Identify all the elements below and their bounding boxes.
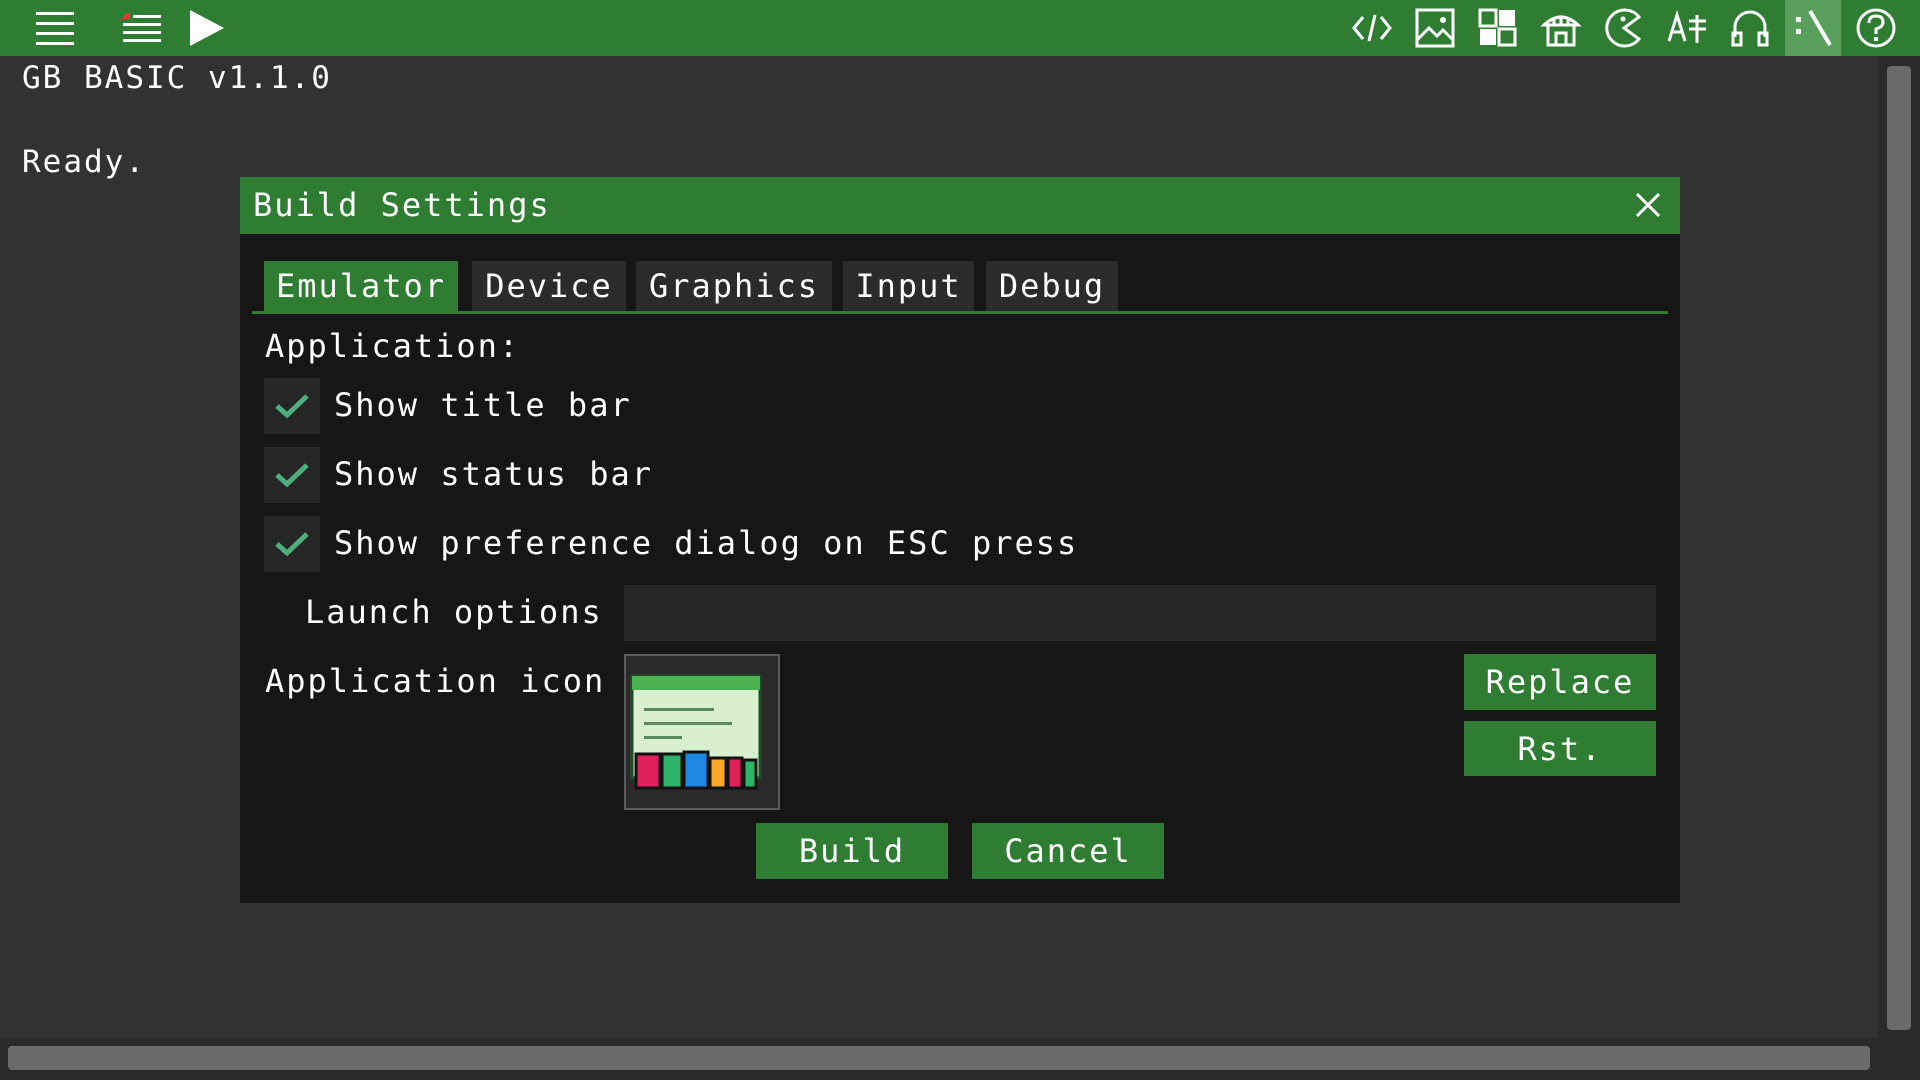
show-title-bar-checkbox[interactable] [264, 378, 320, 434]
close-icon [1635, 192, 1661, 218]
cancel-button[interactable]: Cancel [972, 823, 1164, 879]
console-icon[interactable] [1785, 0, 1841, 56]
tab-underline [252, 311, 1668, 314]
checkmark-icon [275, 394, 309, 419]
dialog-titlebar[interactable]: Build Settings [240, 177, 1680, 234]
close-button[interactable] [1628, 185, 1668, 225]
hamburger-menu-icon[interactable] [27, 0, 83, 56]
show-preference-dialog-checkbox[interactable] [264, 516, 320, 572]
help-icon[interactable] [1848, 0, 1904, 56]
application-icon-preview[interactable] [624, 654, 780, 810]
reset-button[interactable]: Rst. [1464, 721, 1656, 776]
console-version-line: GB BASIC v1.1.0 [22, 60, 332, 96]
console-ready-line: Ready. [22, 144, 146, 180]
sprite-icon[interactable] [1596, 0, 1652, 56]
vertical-scrollbar[interactable] [1887, 66, 1911, 1030]
build-settings-dialog: Build Settings Emulator Device Graphics … [240, 177, 1680, 903]
dialog-title: Build Settings [253, 186, 551, 224]
replace-button[interactable]: Replace [1464, 654, 1656, 710]
launch-options-label: Launch options [305, 593, 603, 631]
font-icon[interactable] [1659, 0, 1715, 56]
section-label: Application: [265, 327, 521, 365]
image-icon[interactable] [1407, 0, 1463, 56]
show-status-bar-checkbox[interactable] [264, 447, 320, 503]
tab-device[interactable]: Device [472, 261, 626, 311]
tab-debug[interactable]: Debug [986, 261, 1118, 311]
tab-emulator[interactable]: Emulator [264, 261, 458, 311]
tile-icon[interactable] [1533, 0, 1589, 56]
audio-icon[interactable] [1722, 0, 1778, 56]
build-button[interactable]: Build [756, 823, 948, 879]
map-blocks-icon[interactable] [1470, 0, 1526, 56]
list-icon[interactable] [114, 0, 170, 56]
scrollbar-corner [1878, 1038, 1920, 1080]
code-icon[interactable] [1344, 0, 1400, 56]
play-icon[interactable] [177, 0, 233, 56]
top-toolbar [0, 0, 1920, 56]
show-status-bar-label: Show status bar [334, 455, 653, 493]
show-preference-dialog-label: Show preference dialog on ESC press [334, 524, 1079, 562]
checkmark-icon [275, 532, 309, 557]
tab-graphics[interactable]: Graphics [636, 261, 832, 311]
checkmark-icon [275, 463, 309, 488]
horizontal-scrollbar[interactable] [8, 1046, 1870, 1070]
launch-options-input[interactable] [624, 585, 1656, 641]
tab-input[interactable]: Input [843, 261, 974, 311]
gb-basic-logo-icon [630, 674, 762, 790]
application-icon-label: Application icon [265, 662, 606, 700]
show-title-bar-label: Show title bar [334, 386, 632, 424]
